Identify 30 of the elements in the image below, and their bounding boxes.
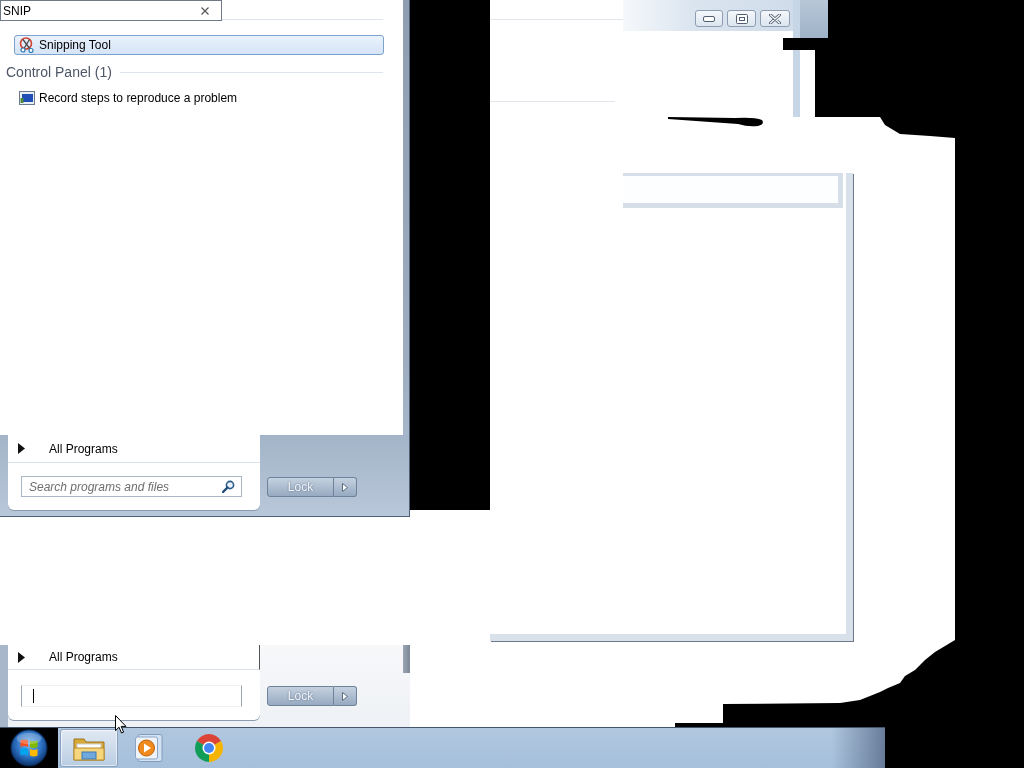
search-result-item[interactable]: Record steps to reproduce a problem: [14, 88, 384, 108]
power-options-button[interactable]: [334, 686, 357, 706]
close-icon: [769, 13, 781, 24]
scissors-icon: [19, 37, 35, 53]
triangle-icon: [18, 651, 25, 663]
close-button[interactable]: [760, 10, 790, 27]
triangle-icon: [18, 443, 25, 454]
search-field[interactable]: Search programs and files: [21, 476, 242, 497]
all-programs-item[interactable]: All Programs: [8, 435, 260, 463]
all-programs-item[interactable]: All Programs: [8, 645, 260, 670]
search-result-item[interactable]: Snipping Tool: [14, 35, 384, 55]
folder-icon: [73, 735, 105, 761]
menu-frame-edge: [403, 645, 410, 673]
triangle-icon: [342, 482, 348, 492]
window-frame-edge: [800, 0, 828, 38]
minimize-icon: [703, 15, 715, 22]
close-icon[interactable]: [201, 6, 209, 15]
search-box[interactable]: SNIP: [0, 0, 222, 21]
minimize-button[interactable]: [695, 10, 723, 27]
power-options-button[interactable]: [334, 477, 357, 497]
triangle-icon: [342, 691, 348, 701]
group-heading: Control Panel (1): [6, 64, 112, 80]
start-button[interactable]: [0, 728, 58, 768]
segmented-circle-icon: [194, 733, 224, 763]
screen-icon: [19, 91, 35, 105]
search-field[interactable]: [21, 685, 242, 707]
maximize-icon: [735, 13, 748, 24]
search-icon: [222, 480, 235, 493]
play-icon: [135, 734, 163, 762]
maximize-button[interactable]: [727, 10, 756, 27]
